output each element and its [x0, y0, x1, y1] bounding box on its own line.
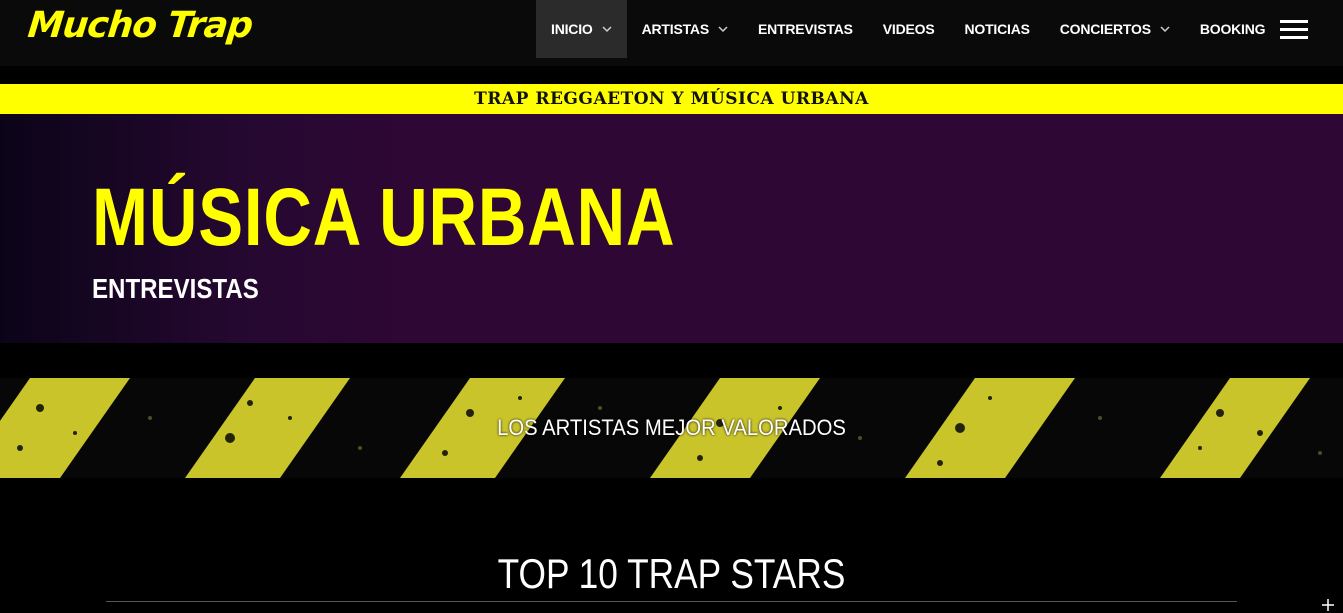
nav-item-label: VIDEOS — [882, 21, 935, 37]
nav-item-artistas[interactable]: ARTISTAS — [627, 0, 743, 58]
chevron-down-icon — [602, 26, 612, 33]
section-title: TOP 10 TRAP STARS — [497, 550, 846, 597]
nav-item-label: NOTICIAS — [964, 21, 1030, 37]
band-heading: LOS ARTISTAS MEJOR VALORADOS — [497, 415, 846, 440]
nav-item-booking[interactable]: BOOKING — [1185, 0, 1281, 58]
chevron-down-icon — [1160, 26, 1170, 33]
nav-item-label: BOOKING — [1199, 21, 1266, 37]
page-title: MÚSICA URBANA — [92, 172, 676, 263]
tagline-text: TRAP REGGAETON Y MÚSICA URBANA — [474, 89, 869, 109]
nav-item-label: ARTISTAS — [641, 21, 710, 37]
chevron-down-icon — [718, 26, 728, 33]
hero-banner: MÚSICA URBANA ENTREVISTAS — [0, 114, 1343, 343]
site-logo[interactable]: Mucho Trap — [26, 4, 255, 48]
nav-item-videos[interactable]: VIDEOS — [868, 0, 950, 58]
nav-item-entrevistas[interactable]: ENTREVISTAS — [743, 0, 868, 58]
hamburger-icon[interactable] — [1280, 20, 1308, 40]
nav-item-noticias[interactable]: NOTICIAS — [949, 0, 1044, 58]
nav-item-label: CONCIERTOS — [1059, 21, 1151, 37]
hazard-stripe-band: LOS ARTISTAS MEJOR VALORADOS — [0, 378, 1343, 478]
nav-item-label: INICIO — [551, 21, 593, 37]
tagline-bar: TRAP REGGAETON Y MÚSICA URBANA — [0, 84, 1343, 114]
nav-item-conciertos[interactable]: CONCIERTOS — [1045, 0, 1185, 58]
page-subtitle: ENTREVISTAS — [92, 273, 259, 304]
site-header: Mucho Trap INICIO ARTISTAS ENTREVISTAS V… — [0, 0, 1343, 66]
nav-item-label: ENTREVISTAS — [757, 21, 853, 37]
section-divider — [106, 601, 1237, 602]
main-nav: INICIO ARTISTAS ENTREVISTAS VIDEOS NOTIC… — [536, 0, 1280, 58]
plus-icon[interactable] — [1321, 598, 1335, 612]
nav-item-inicio[interactable]: INICIO — [536, 0, 627, 58]
